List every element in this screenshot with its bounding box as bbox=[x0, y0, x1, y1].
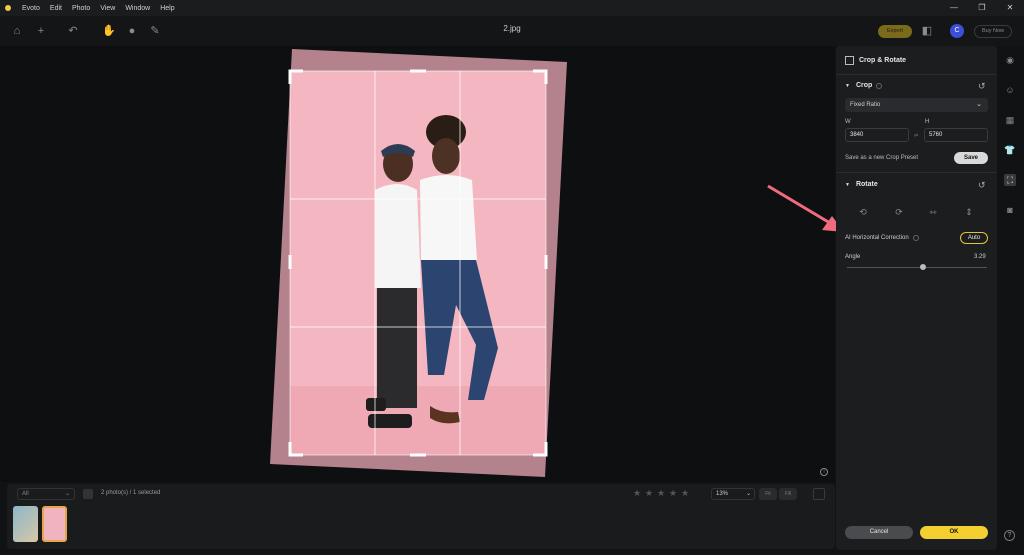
filter-select[interactable]: All ⌄ bbox=[17, 488, 75, 500]
buy-now-button[interactable]: Buy Now bbox=[974, 25, 1012, 38]
star-icon[interactable]: ★ bbox=[667, 488, 679, 499]
auto-button[interactable]: Auto bbox=[960, 232, 988, 244]
ai-horizontal-correction: AI Horizontal Correction bbox=[845, 235, 919, 241]
divider bbox=[836, 74, 997, 75]
star-icon[interactable]: ★ bbox=[631, 488, 643, 499]
crop-section-title: Crop bbox=[855, 82, 873, 89]
rotate-left-icon[interactable]: ⟲ bbox=[858, 207, 868, 217]
menu-edit[interactable]: Edit bbox=[45, 5, 67, 12]
zoom-value: 13% bbox=[716, 491, 729, 497]
link-icon[interactable]: ⇄ bbox=[914, 133, 918, 139]
select-all-checkbox[interactable] bbox=[83, 489, 93, 499]
panel-header: Crop & Rotate bbox=[845, 56, 906, 65]
triangle-down-icon: ▼ bbox=[845, 82, 850, 89]
ai-correction-label: AI Horizontal Correction bbox=[845, 235, 909, 241]
crop-preset-label: Save as a new Crop Preset bbox=[845, 155, 919, 161]
crop-rotate-panel: Crop & Rotate ▼ Crop ↺ Fixed Ratio ⌄ W H… bbox=[836, 46, 997, 550]
width-input[interactable]: 3840 bbox=[845, 128, 909, 142]
angle-label: Angle bbox=[845, 254, 861, 260]
menu-photo[interactable]: Photo bbox=[67, 5, 95, 12]
flip-vertical-icon[interactable]: ⇕ bbox=[964, 207, 974, 217]
rating-stars: ★ ★ ★ ★ ★ bbox=[631, 488, 691, 499]
filter-value: All bbox=[22, 491, 29, 497]
ok-button[interactable]: OK bbox=[920, 526, 988, 539]
menu-window[interactable]: Window bbox=[120, 5, 155, 12]
app-window: Evoto Edit Photo View Window Help — ❐ ✕ … bbox=[0, 0, 1024, 555]
toolbar: ⌂ + ↶ ✋ ● ✎ 2.jpg Export ◧ C Buy Now bbox=[0, 16, 1024, 46]
chevron-down-icon: ⌄ bbox=[745, 491, 751, 497]
document-title: 2.jpg bbox=[503, 24, 521, 33]
star-icon[interactable]: ★ bbox=[643, 488, 655, 499]
panel-title: Crop & Rotate bbox=[859, 57, 907, 64]
angle-value: 3.29 bbox=[974, 254, 986, 260]
minimize-button[interactable]: — bbox=[940, 0, 968, 16]
angle-slider-thumb[interactable] bbox=[919, 264, 926, 270]
flip-horizontal-icon[interactable]: ⇿ bbox=[928, 207, 938, 217]
rotate-section-toggle[interactable]: ▼ Rotate bbox=[845, 181, 878, 188]
crop-section-toggle[interactable]: ▼ Crop bbox=[845, 82, 883, 89]
image-canvas[interactable] bbox=[0, 46, 835, 482]
help-icon[interactable]: ? bbox=[1004, 530, 1015, 541]
rotate-reset-icon[interactable]: ↺ bbox=[978, 180, 986, 191]
rotate-section-title: Rotate bbox=[855, 181, 878, 188]
info-icon[interactable] bbox=[912, 235, 919, 241]
menu-app[interactable]: Evoto bbox=[17, 5, 45, 12]
filmstrip-bar: All ⌄ 2 photo(s) / 1 selected ★ ★ ★ ★ ★ … bbox=[7, 484, 835, 549]
camera-icon[interactable]: ◙ bbox=[1004, 204, 1016, 216]
photo-preview bbox=[270, 49, 567, 477]
fill-button[interactable]: Fill bbox=[779, 488, 797, 500]
menu-view[interactable]: View bbox=[95, 5, 120, 12]
star-icon[interactable]: ★ bbox=[655, 488, 667, 499]
save-preset-button[interactable]: Save bbox=[954, 152, 988, 164]
chevron-down-icon: ⌄ bbox=[64, 491, 70, 497]
rotate-right-icon[interactable]: ⟳ bbox=[894, 207, 904, 217]
cancel-button[interactable]: Cancel bbox=[845, 526, 913, 539]
info-icon[interactable]: i bbox=[820, 468, 828, 476]
star-icon[interactable]: ★ bbox=[679, 488, 691, 499]
thumbnail-1[interactable] bbox=[13, 506, 38, 542]
thumbnail-2-selected[interactable] bbox=[42, 506, 67, 542]
width-label: W bbox=[845, 119, 851, 125]
triangle-down-icon: ▼ bbox=[845, 181, 850, 188]
photo-count: 2 photo(s) / 1 selected bbox=[101, 490, 161, 496]
app-logo-icon bbox=[5, 5, 11, 11]
fit-button[interactable]: Fit bbox=[759, 488, 777, 500]
info-icon[interactable] bbox=[876, 82, 883, 89]
zoom-select[interactable]: 13% ⌄ bbox=[711, 488, 755, 500]
window-controls: — ❐ ✕ bbox=[940, 0, 1024, 16]
face-icon[interactable]: ☺ bbox=[1004, 84, 1016, 96]
divider bbox=[836, 172, 997, 173]
clothing-icon[interactable]: 👕 bbox=[1004, 144, 1016, 156]
chevron-down-icon: ⌄ bbox=[976, 101, 982, 108]
crop-tool-icon[interactable]: ⛶ bbox=[1004, 174, 1016, 186]
ratio-select[interactable]: Fixed Ratio ⌄ bbox=[845, 98, 988, 112]
menu-bar: Evoto Edit Photo View Window Help — ❐ ✕ bbox=[0, 0, 1024, 16]
compare-icon[interactable]: ◧ bbox=[920, 24, 934, 38]
ratio-value: Fixed Ratio bbox=[850, 102, 881, 108]
background-icon[interactable]: ▦ bbox=[1004, 114, 1016, 126]
floor-region bbox=[290, 386, 546, 455]
panel-toggle-icon[interactable] bbox=[813, 488, 825, 500]
height-input[interactable]: 5760 bbox=[924, 128, 988, 142]
avatar[interactable]: C bbox=[950, 24, 964, 38]
angle-slider-track[interactable] bbox=[847, 267, 987, 268]
maximize-button[interactable]: ❐ bbox=[968, 0, 996, 16]
palette-icon[interactable]: ◉ bbox=[1004, 54, 1016, 66]
menu-help[interactable]: Help bbox=[155, 5, 179, 12]
crop-rotate-icon bbox=[845, 56, 854, 65]
crop-reset-icon[interactable]: ↺ bbox=[978, 81, 986, 92]
export-button[interactable]: Export bbox=[878, 25, 912, 38]
height-label: H bbox=[925, 119, 930, 125]
close-button[interactable]: ✕ bbox=[996, 0, 1024, 16]
